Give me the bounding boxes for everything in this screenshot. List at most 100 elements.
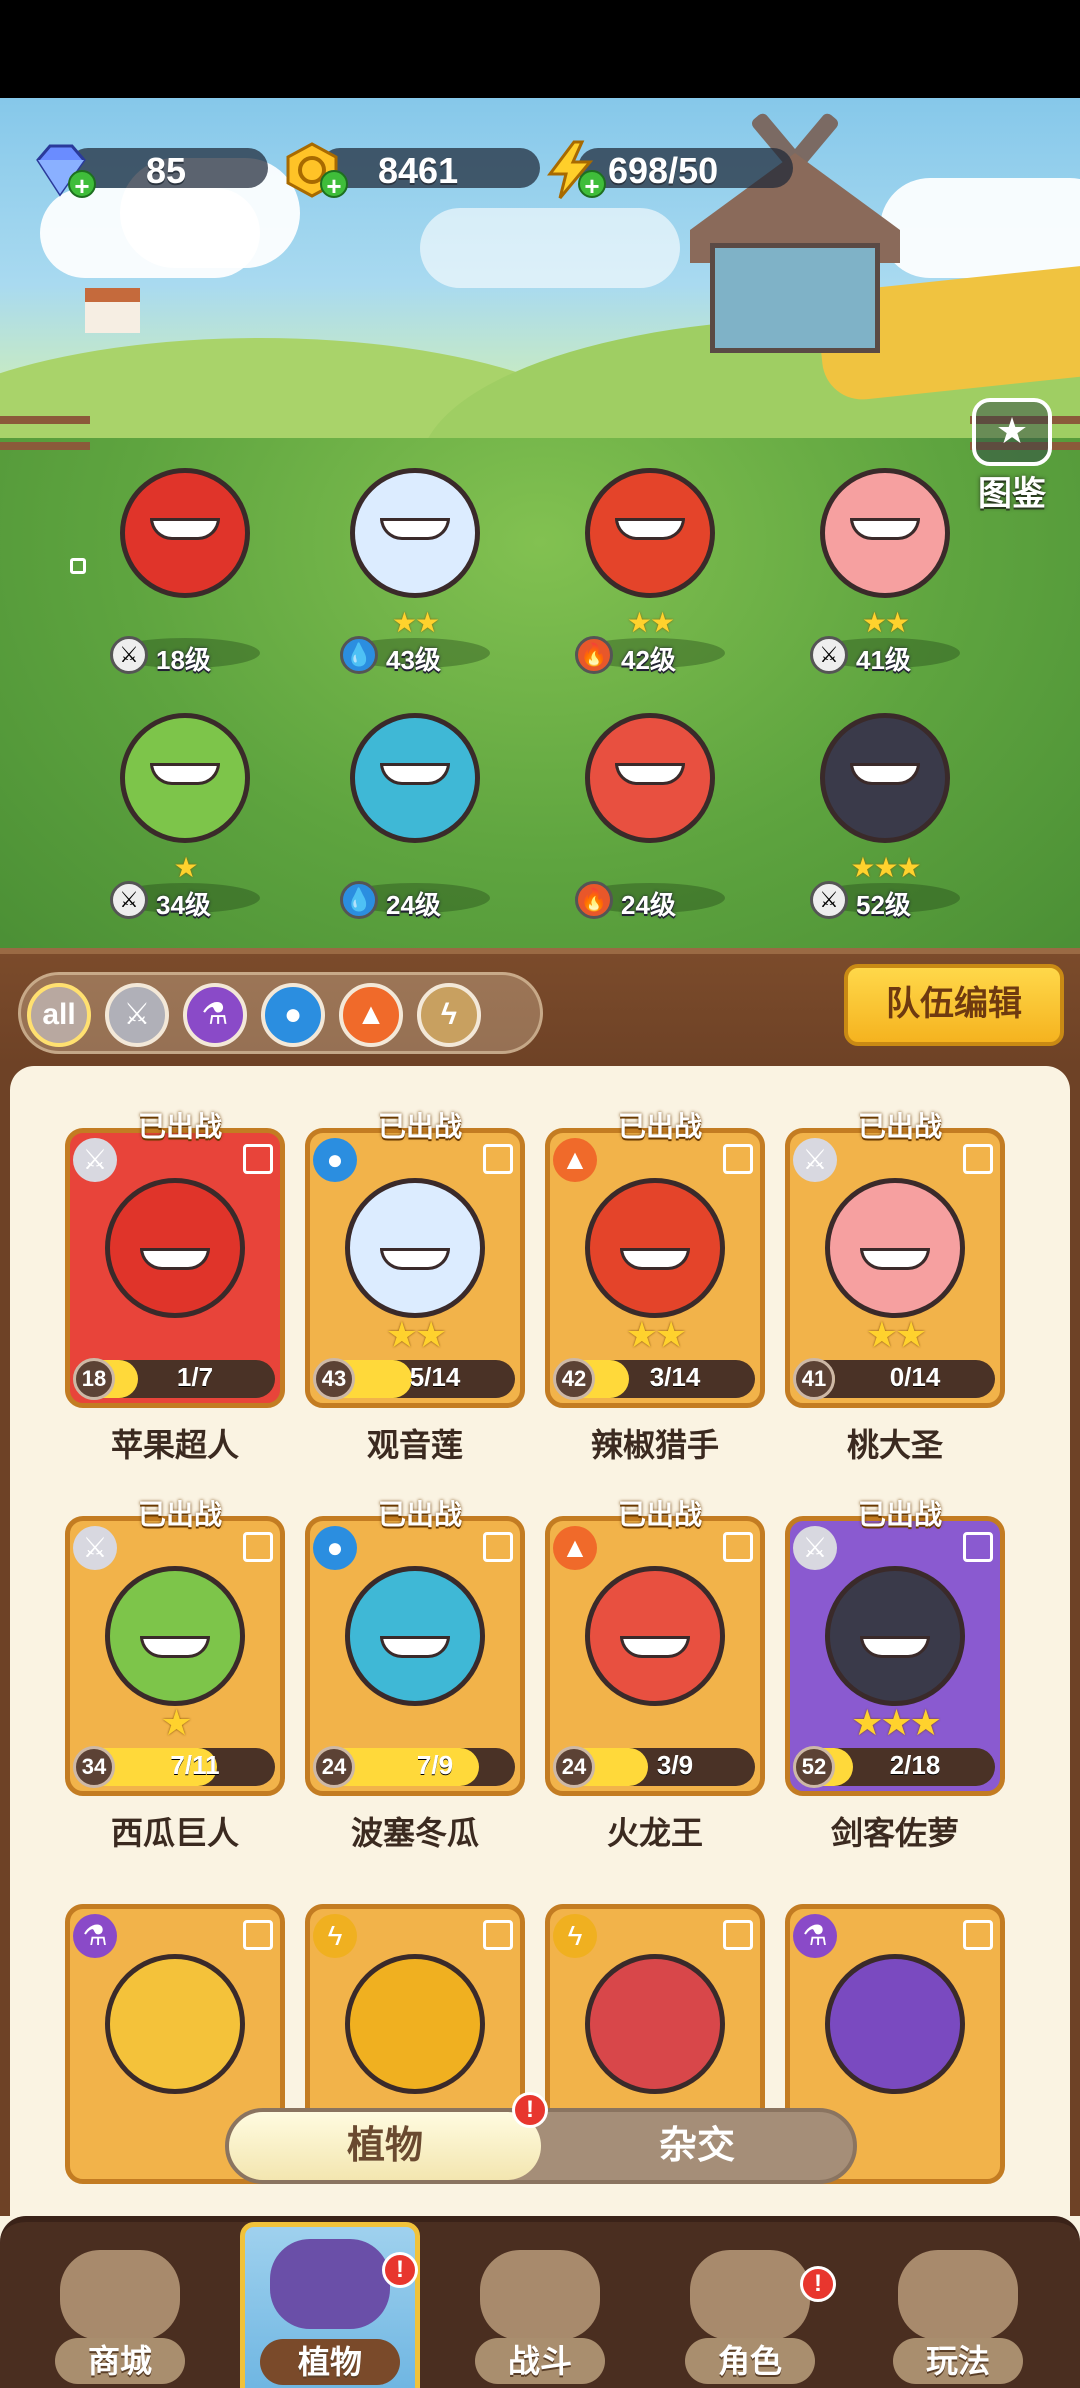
filter-all[interactable]: all bbox=[27, 983, 91, 1047]
shard-progress: 34 7/11 bbox=[73, 1746, 275, 1788]
water-drop-icon: ● bbox=[313, 1138, 357, 1182]
deployed-badge: 已出战 bbox=[617, 1499, 702, 1530]
plant-name: 波塞冬瓜 bbox=[350, 1815, 479, 1851]
tab-plants[interactable]: 植物 bbox=[229, 2112, 541, 2180]
potion-icon: ⚗ bbox=[793, 1914, 837, 1958]
plant-card[interactable]: 已出战 ⚔ ★ 34 7/11 西瓜巨人 bbox=[65, 1496, 285, 1851]
nav-battle-label: 战斗 bbox=[475, 2338, 605, 2384]
hero-stars: ★★ bbox=[626, 607, 675, 638]
team-slot-8[interactable]: ★★★ ⚔ 52级 bbox=[780, 703, 990, 933]
plant-card[interactable]: 已出战 ⚔ ★★★ 52 2/18 剑客佐萝 bbox=[785, 1496, 1005, 1851]
hero-level: 34级 bbox=[156, 890, 211, 920]
filter-lightning-icon[interactable]: ϟ bbox=[417, 983, 481, 1047]
shard-count: 3/14 bbox=[649, 1362, 701, 1392]
card-level: 34 bbox=[73, 1746, 115, 1788]
formation-icon bbox=[483, 1144, 513, 1174]
formation-icon bbox=[723, 1920, 753, 1950]
team-slot-7[interactable]: 🔥 24级 bbox=[545, 703, 755, 933]
nav-battle[interactable]: 战斗 bbox=[440, 2238, 640, 2388]
team-slot-4[interactable]: ★★ ⚔ 41级 bbox=[780, 458, 990, 688]
coin-value: 8461 bbox=[378, 150, 459, 191]
windmill-icon bbox=[480, 2250, 600, 2340]
fence bbox=[0, 416, 90, 450]
add-gems-icon[interactable]: + bbox=[68, 170, 96, 200]
sword-icon: ⚔ bbox=[110, 636, 148, 674]
plant-name: 桃大圣 bbox=[846, 1427, 943, 1463]
notification-badge: ! bbox=[382, 2252, 418, 2288]
plant-card[interactable]: 已出战 ⚔ ★★ 41 0/14 桃大圣 bbox=[785, 1108, 1005, 1463]
plant-card[interactable]: 已出战 ⚔ 18 1/7 苹果超人 bbox=[65, 1108, 285, 1463]
plant-card[interactable]: 已出战 ● ★★ 43 5/14 观音莲 bbox=[305, 1108, 525, 1463]
filter-water-icon[interactable]: ● bbox=[261, 983, 325, 1047]
tab-hybrid[interactable]: 杂交 bbox=[541, 2112, 853, 2180]
sword-icon: ⚔ bbox=[110, 881, 148, 919]
plant-card[interactable]: 已出战 ● 24 7/9 波塞冬瓜 bbox=[305, 1496, 525, 1851]
water-drop-icon: 💧 bbox=[340, 636, 378, 674]
cloud bbox=[880, 178, 1080, 278]
shard-count: 7/9 bbox=[416, 1750, 454, 1780]
card-level: 43 bbox=[313, 1358, 355, 1400]
gameplay-icon bbox=[898, 2250, 1018, 2340]
card-level: 42 bbox=[553, 1358, 595, 1400]
notification-badge: ! bbox=[800, 2266, 836, 2302]
team-scene: + 85 + 8461 + 698/50 图鉴 ⚔18级 ★★ 💧43级 ★★ bbox=[0, 98, 1080, 948]
hero-level: 24级 bbox=[386, 890, 441, 920]
card-level: 52 bbox=[793, 1746, 835, 1788]
character-icon bbox=[690, 2250, 810, 2340]
card-stars: ★★★ bbox=[851, 1702, 942, 1743]
team-slot-3[interactable]: ★★ 🔥 42级 bbox=[545, 458, 755, 688]
fire-icon: 🔥 bbox=[575, 636, 613, 674]
hero-stars: ★★ bbox=[391, 607, 440, 638]
shard-count: 1/7 bbox=[176, 1362, 214, 1392]
fire-icon: ▲ bbox=[553, 1526, 597, 1570]
add-energy-icon[interactable]: + bbox=[578, 170, 606, 200]
nav-plants[interactable]: 植物 bbox=[240, 2222, 420, 2388]
fire-icon: 🔥 bbox=[575, 881, 613, 919]
team-slot-2[interactable]: ★★ 💧 43级 bbox=[310, 458, 520, 688]
card-panel: 已出战 ⚔ 18 1/7 苹果超人 已出战 ● ★★ 43 5/14 观音莲已出战 ▲ ★★ 42 3/14… bbox=[0, 1066, 1080, 2226]
hero-level: 24级 bbox=[621, 890, 676, 920]
formation-icon bbox=[483, 1920, 513, 1950]
nav-character[interactable]: 角色 bbox=[650, 2238, 850, 2388]
nav-shop[interactable]: 商城 bbox=[20, 2238, 220, 2388]
plant-name: 苹果超人 bbox=[110, 1427, 239, 1463]
bottom-nav: 商城 植物 ! 战斗 角色 ! 玩法 bbox=[0, 2216, 1080, 2388]
energy-counter[interactable]: + 698/50 bbox=[540, 140, 793, 200]
plant-card[interactable]: 已出战 ▲ ★★ 42 3/14 辣椒猎手 bbox=[545, 1108, 765, 1463]
potion-icon: ⚗ bbox=[73, 1914, 117, 1958]
card-stars: ★★ bbox=[865, 1314, 928, 1355]
card-stars: ★ bbox=[160, 1702, 192, 1743]
filter-potion-icon[interactable]: ⚗ bbox=[183, 983, 247, 1047]
gem-value: 85 bbox=[146, 150, 187, 191]
sword-icon: ⚔ bbox=[793, 1526, 837, 1570]
team-slot-6[interactable]: 💧 24级 bbox=[310, 703, 520, 933]
cloud bbox=[420, 208, 680, 288]
shard-progress: 18 1/7 bbox=[73, 1358, 275, 1400]
codex-icon bbox=[972, 398, 1052, 466]
nav-gameplay[interactable]: 玩法 bbox=[858, 2238, 1058, 2388]
plant-name: 辣椒猎手 bbox=[590, 1427, 719, 1463]
coin-counter[interactable]: + 8461 bbox=[282, 140, 540, 200]
add-coins-icon[interactable]: + bbox=[320, 170, 348, 200]
shard-count: 7/11 bbox=[170, 1750, 220, 1780]
formation-icon bbox=[243, 1532, 273, 1562]
nav-shop-label: 商城 bbox=[55, 2338, 185, 2384]
formation-icon bbox=[723, 1532, 753, 1562]
formation-icon bbox=[483, 1532, 513, 1562]
team-slot-1[interactable]: ⚔ 18级 bbox=[70, 458, 290, 688]
plant-card[interactable]: 已出战 ▲ 24 3/9 火龙王 bbox=[545, 1496, 765, 1851]
water-drop-icon: 💧 bbox=[340, 881, 378, 919]
team-edit-button[interactable]: 队伍编辑 bbox=[844, 964, 1064, 1046]
filter-bar: all ⚔ ⚗ ● ▲ ϟ 队伍编辑 bbox=[0, 948, 1080, 1066]
filter-fire-icon[interactable]: ▲ bbox=[339, 983, 403, 1047]
deployed-badge: 已出战 bbox=[377, 1499, 462, 1530]
sword-icon: ⚔ bbox=[810, 636, 848, 674]
plant-name: 西瓜巨人 bbox=[110, 1815, 239, 1851]
plant-portrait bbox=[345, 1954, 485, 2094]
shard-progress: 43 5/14 bbox=[313, 1358, 515, 1400]
gem-counter[interactable]: + 85 bbox=[30, 140, 268, 200]
team-slot-5[interactable]: ★ ⚔ 34级 bbox=[80, 703, 290, 933]
shard-progress: 24 7/9 bbox=[313, 1746, 515, 1788]
filter-sword-icon[interactable]: ⚔ bbox=[105, 983, 169, 1047]
plant-name: 剑客佐萝 bbox=[830, 1815, 959, 1851]
